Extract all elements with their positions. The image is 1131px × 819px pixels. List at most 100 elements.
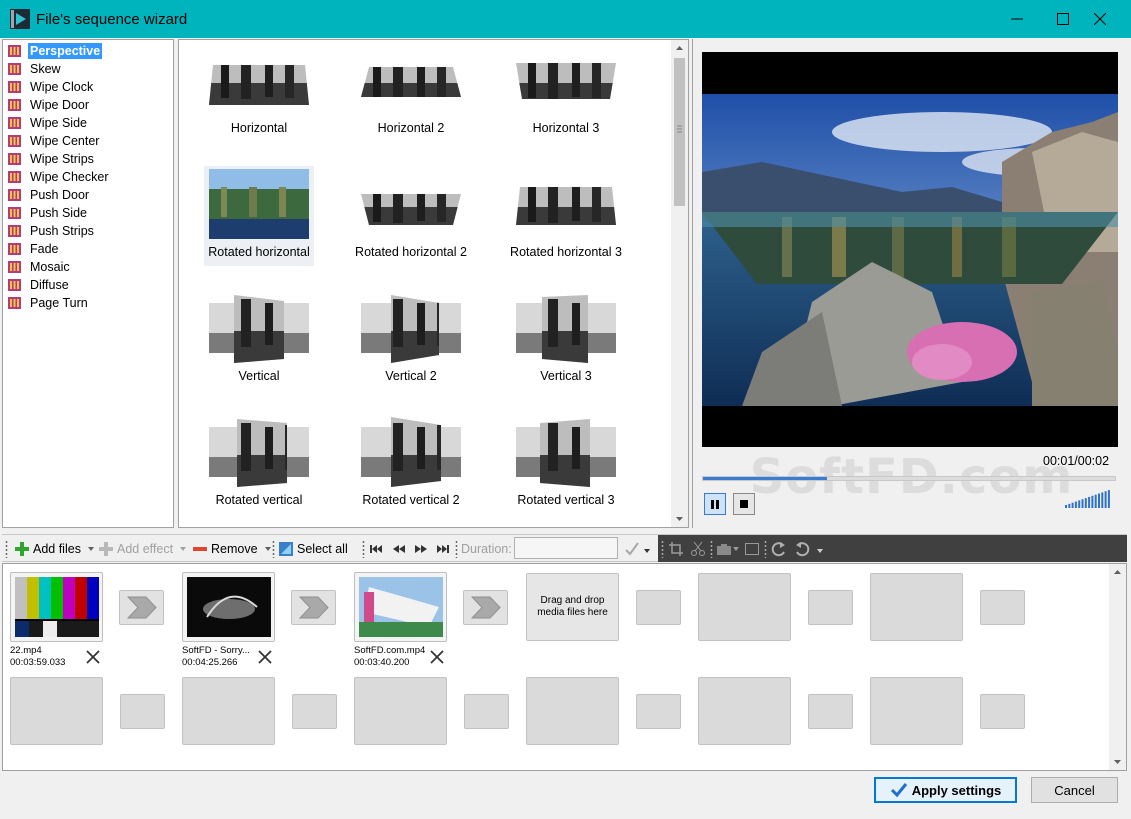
remove-clip-button[interactable]	[85, 649, 101, 665]
minimize-button[interactable]	[994, 0, 1040, 38]
effect-item[interactable]: Skew	[3, 60, 173, 78]
clip-tools-overflow[interactable]	[816, 535, 824, 562]
effect-item[interactable]: Push Side	[3, 204, 173, 222]
effect-icon	[8, 279, 21, 291]
effect-label: Mosaic	[30, 260, 70, 274]
clip-filename: SoftFD - Sorry...	[182, 645, 250, 656]
empty-clip-slot[interactable]	[526, 677, 619, 745]
transition-slot[interactable]	[291, 590, 336, 625]
effect-item[interactable]: Diffuse	[3, 276, 173, 294]
effect-item[interactable]: Push Strips	[3, 222, 173, 240]
close-button[interactable]	[1077, 0, 1123, 38]
timeline-scrollbar[interactable]	[1109, 564, 1126, 770]
stop-button[interactable]	[733, 493, 755, 515]
effect-item[interactable]: Push Door	[3, 186, 173, 204]
effect-item[interactable]: Perspective	[3, 42, 173, 60]
last-button[interactable]	[435, 535, 451, 562]
effect-thumbnail[interactable]: Vertical 3	[511, 290, 621, 390]
empty-transition-slot[interactable]	[808, 694, 853, 729]
transition-slot[interactable]	[119, 590, 164, 625]
effect-thumbnail[interactable]: Rotated horizontal 2	[355, 166, 467, 266]
transition-slot[interactable]	[463, 590, 508, 625]
crop-button[interactable]	[668, 535, 684, 562]
effect-icon	[8, 45, 21, 57]
frame-button[interactable]	[744, 535, 760, 562]
effect-label: Wipe Strips	[30, 152, 94, 166]
effect-thumbnail[interactable]: Vertical 2	[356, 290, 466, 390]
empty-clip-slot[interactable]	[10, 677, 103, 745]
add-files-label: Add files	[33, 541, 81, 556]
select-all-button[interactable]: Select all	[278, 535, 348, 562]
empty-transition-slot[interactable]	[636, 590, 681, 625]
seek-bar[interactable]	[702, 476, 1116, 481]
add-files-button[interactable]: Add files	[14, 535, 96, 562]
effect-preview-image	[209, 295, 309, 363]
effect-label: Wipe Side	[30, 116, 87, 130]
effect-item[interactable]: Fade	[3, 240, 173, 258]
effect-item[interactable]: Wipe Clock	[3, 78, 173, 96]
clip-filename: 22.mp4	[10, 645, 42, 656]
empty-clip-slot[interactable]	[870, 677, 963, 745]
add-effect-button[interactable]: Add effect	[98, 535, 188, 562]
empty-clip-slot[interactable]	[698, 677, 791, 745]
first-button[interactable]	[368, 535, 384, 562]
effect-thumbnail[interactable]: Rotated horizontal	[204, 166, 314, 266]
effect-thumbnail[interactable]: Rotated horizontal 3	[510, 166, 622, 266]
effect-thumbnail[interactable]: Horizontal	[204, 42, 314, 142]
effect-item[interactable]: Wipe Strips	[3, 150, 173, 168]
effect-item[interactable]: Wipe Center	[3, 132, 173, 150]
effect-thumbnail[interactable]: Vertical	[204, 290, 314, 390]
empty-clip-slot[interactable]	[182, 677, 275, 745]
empty-clip-slot[interactable]	[698, 573, 791, 641]
empty-clip-slot[interactable]	[870, 573, 963, 641]
toolbar-overflow[interactable]	[643, 535, 651, 562]
effect-item[interactable]: Page Turn	[3, 294, 173, 312]
timeline-clip[interactable]	[10, 572, 103, 642]
remove-button[interactable]: Remove	[192, 535, 273, 562]
empty-transition-slot[interactable]	[636, 694, 681, 729]
empty-transition-slot[interactable]	[464, 694, 509, 729]
rotate-right-button[interactable]	[794, 535, 810, 562]
drop-media-zone[interactable]: Drag and drop media files here	[526, 573, 619, 641]
effect-thumbnail-label: Rotated horizontal	[208, 245, 310, 259]
volume-indicator[interactable]	[1065, 490, 1115, 510]
cancel-label: Cancel	[1054, 782, 1095, 798]
effect-item[interactable]: Wipe Door	[3, 96, 173, 114]
volume-bar	[1107, 490, 1110, 508]
effect-thumbnail[interactable]: Horizontal 2	[356, 42, 466, 142]
effect-thumbnail[interactable]: Rotated vertical 3	[511, 414, 621, 514]
scrollbar-thumb[interactable]	[674, 58, 685, 206]
effect-item[interactable]: Mosaic	[3, 258, 173, 276]
timeline-clip[interactable]	[354, 572, 447, 642]
previous-button[interactable]	[391, 535, 407, 562]
empty-clip-slot[interactable]	[354, 677, 447, 745]
timeline-clip[interactable]	[182, 572, 275, 642]
next-button[interactable]	[413, 535, 429, 562]
volume-bar	[1065, 505, 1067, 508]
cut-button[interactable]	[690, 535, 706, 562]
effect-label: Wipe Checker	[30, 170, 109, 184]
apply-duration-button[interactable]	[624, 535, 640, 562]
effect-thumbnail[interactable]: Horizontal 3	[511, 42, 621, 142]
remove-clip-button[interactable]	[257, 649, 273, 665]
effect-thumbnail[interactable]: Rotated vertical 2	[356, 414, 466, 514]
effect-item[interactable]: Wipe Checker	[3, 168, 173, 186]
fast-forward-icon	[415, 544, 427, 553]
remove-clip-button[interactable]	[429, 649, 445, 665]
empty-transition-slot[interactable]	[980, 694, 1025, 729]
effect-preview-image	[209, 169, 309, 239]
duration-input[interactable]	[514, 537, 618, 559]
pause-button[interactable]	[704, 493, 726, 515]
rotate-left-button[interactable]	[771, 535, 787, 562]
empty-transition-slot[interactable]	[808, 590, 853, 625]
cancel-button[interactable]: Cancel	[1031, 777, 1118, 803]
effect-thumbnail[interactable]: Rotated vertical	[204, 414, 314, 514]
empty-transition-slot[interactable]	[980, 590, 1025, 625]
apply-settings-button[interactable]: Apply settings	[874, 777, 1017, 803]
camera-button[interactable]	[716, 535, 740, 562]
empty-transition-slot[interactable]	[292, 694, 337, 729]
effect-item[interactable]: Wipe Side	[3, 114, 173, 132]
empty-transition-slot[interactable]	[120, 694, 165, 729]
grid-scrollbar[interactable]	[671, 40, 688, 527]
volume-bar	[1068, 503, 1071, 508]
